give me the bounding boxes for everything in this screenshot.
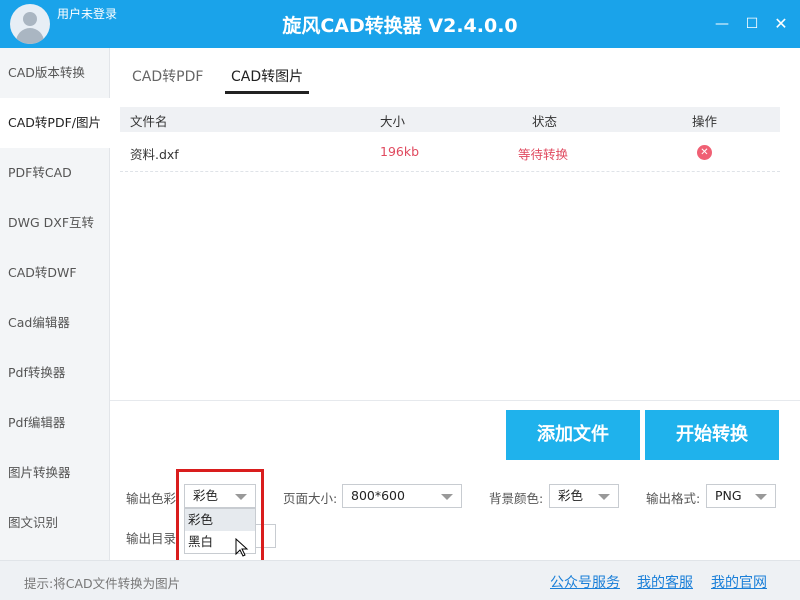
sidebar-item-cad-to-pdf-image[interactable]: CAD转PDF/图片 — [0, 98, 110, 148]
output-color-label: 输出色彩: — [126, 491, 181, 506]
sidebar-item-image-converter[interactable]: 图片转换器 — [0, 448, 110, 498]
file-table-header: 文件名 大小 状态 操作 — [120, 107, 780, 132]
bg-color-value: 彩色 — [558, 488, 584, 503]
sidebar-item-cad-to-dwf[interactable]: CAD转DWF — [0, 248, 110, 298]
output-dir-label: 输出目录 — [126, 531, 177, 546]
chevron-down-icon — [755, 494, 767, 500]
file-name: 资料.dxf — [130, 147, 179, 162]
title-bar: 用户未登录 旋风CAD转换器 V2.4.0.0 — ☐ ✕ — [0, 0, 800, 48]
sidebar-item-ocr[interactable]: 图文识别 — [0, 498, 110, 548]
column-header-action: 操作 — [692, 114, 718, 129]
tab-cad-to-image[interactable]: CAD转图片 — [225, 66, 310, 94]
status-bar: 提示:将CAD文件转换为图片 公众号服务 我的客服 我的官网 — [0, 560, 800, 600]
divider — [110, 400, 800, 401]
page-size-select[interactable]: 800*600 — [342, 484, 462, 508]
file-size: 196kb — [380, 144, 420, 159]
chevron-down-icon — [598, 494, 610, 500]
add-file-button[interactable]: 添加文件 — [506, 410, 640, 460]
output-format-label: 输出格式: — [646, 491, 701, 506]
table-row[interactable]: 资料.dxf 196kb 等待转换 ✕ — [120, 138, 780, 172]
page-size-label: 页面大小: — [283, 491, 338, 506]
minimize-icon[interactable]: — — [712, 14, 732, 34]
bg-color-select[interactable]: 彩色 — [549, 484, 619, 508]
chevron-down-icon — [441, 494, 453, 500]
start-convert-button[interactable]: 开始转换 — [645, 410, 779, 460]
tab-cad-to-pdf[interactable]: CAD转PDF — [132, 66, 203, 94]
sidebar-item-cad-version[interactable]: CAD版本转换 — [0, 48, 110, 98]
close-icon[interactable]: ✕ — [771, 14, 791, 34]
sidebar-item-dwg-dxf[interactable]: DWG DXF互转 — [0, 198, 110, 248]
page-size-value: 800*600 — [351, 488, 405, 503]
sidebar-item-pdf-to-cad[interactable]: PDF转CAD — [0, 148, 110, 198]
bg-color-label: 背景颜色: — [489, 491, 544, 506]
sidebar: CAD版本转换 CAD转PDF/图片 PDF转CAD DWG DXF互转 CAD… — [0, 48, 110, 560]
highlight-box — [176, 469, 264, 564]
output-format-select[interactable]: PNG — [706, 484, 776, 508]
sidebar-item-cad-editor[interactable]: Cad编辑器 — [0, 298, 110, 348]
file-status: 等待转换 — [518, 147, 569, 162]
sidebar-item-pdf-editor[interactable]: Pdf编辑器 — [0, 398, 110, 448]
delete-icon[interactable]: ✕ — [697, 145, 712, 160]
maximize-icon[interactable]: ☐ — [742, 14, 762, 34]
sidebar-item-pdf-converter[interactable]: Pdf转换器 — [0, 348, 110, 398]
official-site-link[interactable]: 我的官网 — [711, 572, 767, 592]
column-header-size: 大小 — [380, 114, 406, 129]
column-header-filename: 文件名 — [130, 114, 168, 129]
output-format-value: PNG — [715, 488, 742, 503]
status-hint: 提示:将CAD文件转换为图片 — [24, 576, 181, 591]
wechat-service-link[interactable]: 公众号服务 — [550, 572, 620, 592]
column-header-status: 状态 — [532, 114, 558, 129]
customer-service-link[interactable]: 我的客服 — [637, 572, 693, 592]
app-title: 旋风CAD转换器 V2.4.0.0 — [282, 15, 518, 37]
